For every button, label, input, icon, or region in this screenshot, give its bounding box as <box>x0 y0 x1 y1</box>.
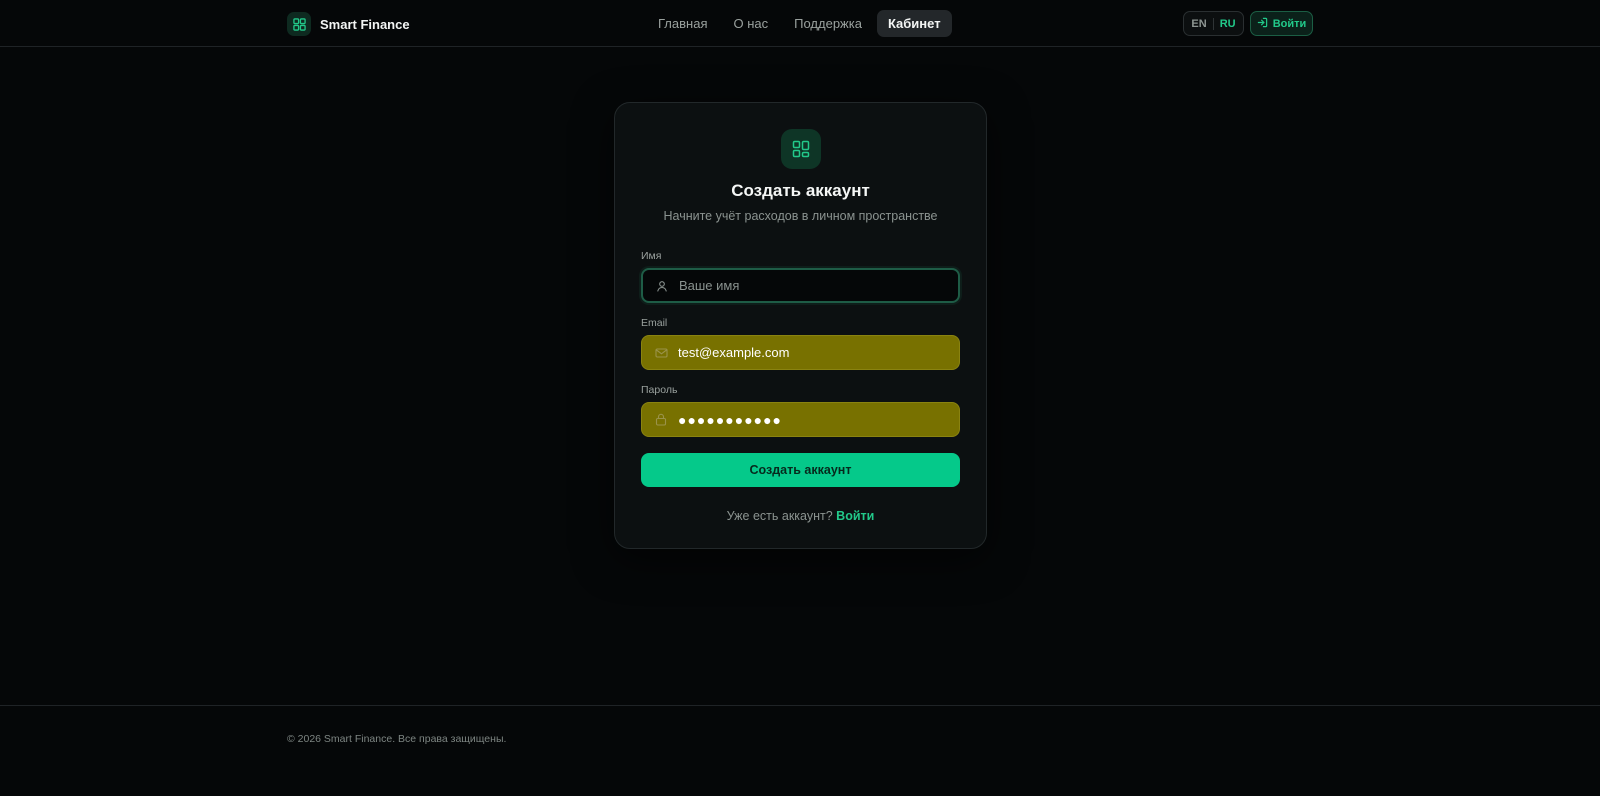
header-login-button[interactable]: Войти <box>1250 11 1313 36</box>
lock-icon <box>654 413 668 427</box>
lang-option-en[interactable]: EN <box>1191 18 1206 30</box>
login-arrow-icon <box>1257 17 1268 31</box>
password-input[interactable] <box>678 411 958 428</box>
top-header: Smart Finance Главная О нас Поддержка Ка… <box>0 0 1600 47</box>
signup-card: Создать аккаунт Начните учёт расходов в … <box>614 102 987 549</box>
language-switcher: EN RU <box>1183 11 1244 36</box>
name-input[interactable] <box>678 278 958 293</box>
brand-name: Smart Finance <box>320 16 410 32</box>
password-label: Пароль <box>641 384 678 396</box>
page-subtitle: Начните учёт расходов в личном пространс… <box>663 209 938 223</box>
mail-icon <box>654 346 668 360</box>
lang-option-ru[interactable]: RU <box>1220 18 1236 30</box>
user-icon <box>655 279 669 293</box>
email-input[interactable] <box>678 345 958 360</box>
footer: © 2026 Smart Finance. Все права защищены… <box>0 705 1600 796</box>
lang-divider <box>1212 17 1214 30</box>
create-account-button[interactable]: Создать аккаунт <box>641 453 960 487</box>
nav-item-support[interactable]: Поддержка <box>783 10 873 37</box>
name-field-wrapper <box>641 268 960 303</box>
name-label: Имя <box>641 250 662 262</box>
brand-logo[interactable]: Smart Finance <box>287 12 410 36</box>
header-login-label: Войти <box>1272 17 1307 30</box>
login-link[interactable]: Войти <box>836 509 874 523</box>
copyright-text: © 2026 Smart Finance. Все права защищены… <box>287 733 507 745</box>
dashboard-grid-icon <box>287 12 311 36</box>
nav-item-cabinet[interactable]: Кабинет <box>876 10 952 37</box>
email-field-wrapper <box>641 335 960 370</box>
nav-item-home[interactable]: Главная <box>647 10 718 37</box>
page-title: Создать аккаунт <box>731 181 870 200</box>
nav-item-about[interactable]: О нас <box>722 10 779 37</box>
login-prompt: Уже есть аккаунт? Войти <box>615 509 986 523</box>
dashboard-grid-icon <box>781 129 821 169</box>
email-label: Email <box>641 317 668 329</box>
main-nav: Главная О нас Поддержка Кабинет <box>647 10 952 37</box>
password-field-wrapper <box>641 402 960 437</box>
have-account-text: Уже есть аккаунт? <box>726 509 833 523</box>
